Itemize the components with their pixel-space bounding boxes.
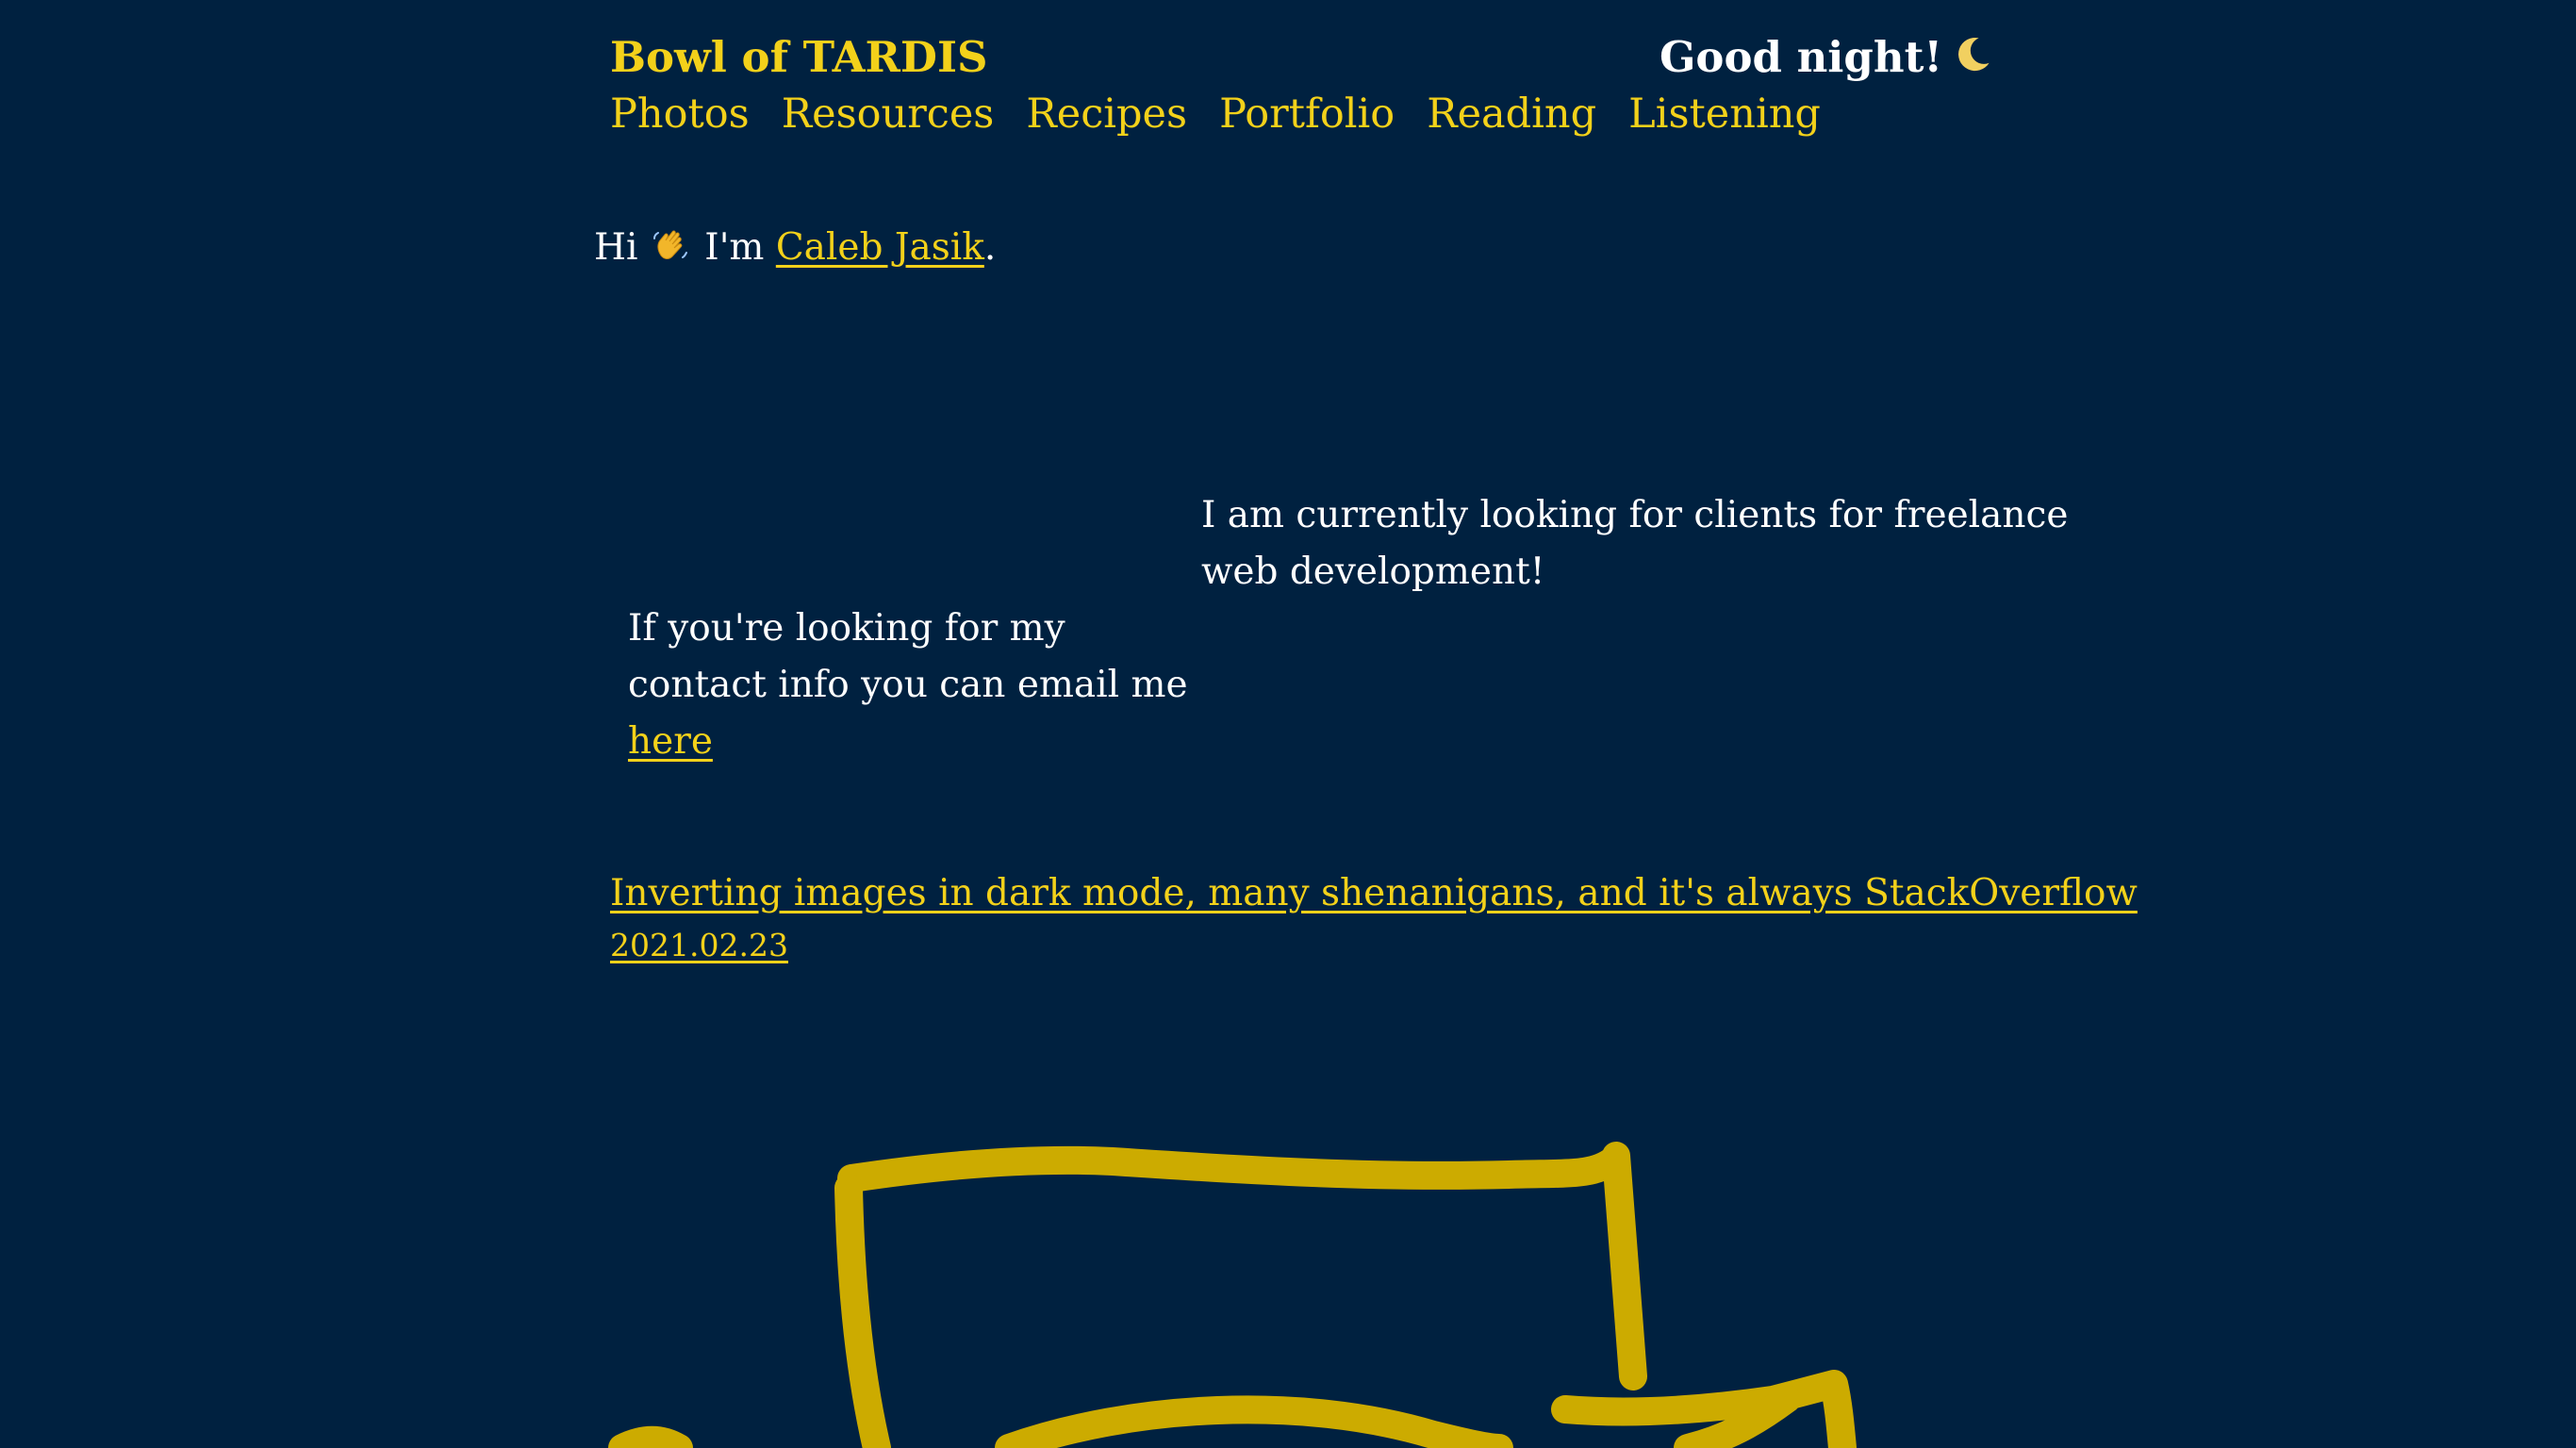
nav-item-resources[interactable]: Resources [782, 90, 995, 138]
greeting: Good night! [1660, 32, 1993, 82]
nav-item-recipes[interactable]: Recipes [1026, 90, 1187, 138]
intro-line: Hi I'm Caleb Jasik. [594, 226, 996, 269]
nav-item-listening[interactable]: Listening [1628, 90, 1821, 138]
contact-text: If you're looking for my contact info yo… [628, 607, 1188, 706]
post-date-link[interactable]: 2021.02.23 [610, 922, 2138, 969]
nav-item-portfolio[interactable]: Portfolio [1219, 90, 1395, 138]
waving-hand-icon [652, 230, 687, 259]
email-link[interactable]: here [628, 720, 713, 763]
contact-info: If you're looking for my contact info yo… [628, 601, 1194, 770]
greeting-text: Good night! [1660, 32, 1943, 82]
name-link[interactable]: Caleb Jasik [776, 226, 984, 269]
site-title-link[interactable]: Bowl of TARDIS [610, 32, 988, 82]
tardis-doodle-image [608, 1142, 1857, 1448]
crescent-moon-icon [1958, 37, 1990, 72]
latest-post: Inverting images in dark mode, many shen… [610, 865, 2138, 969]
nav-item-reading[interactable]: Reading [1427, 90, 1596, 138]
main-nav: Photos Resources Recipes Portfolio Readi… [610, 90, 1821, 138]
post-title-link[interactable]: Inverting images in dark mode, many shen… [610, 865, 2138, 922]
freelance-notice: I am currently looking for clients for f… [1201, 494, 2069, 593]
nav-item-photos[interactable]: Photos [610, 90, 750, 138]
intro-prefix: Hi [594, 226, 638, 269]
intro-suffix: . [983, 226, 997, 269]
intro-middle: I'm [704, 226, 765, 269]
